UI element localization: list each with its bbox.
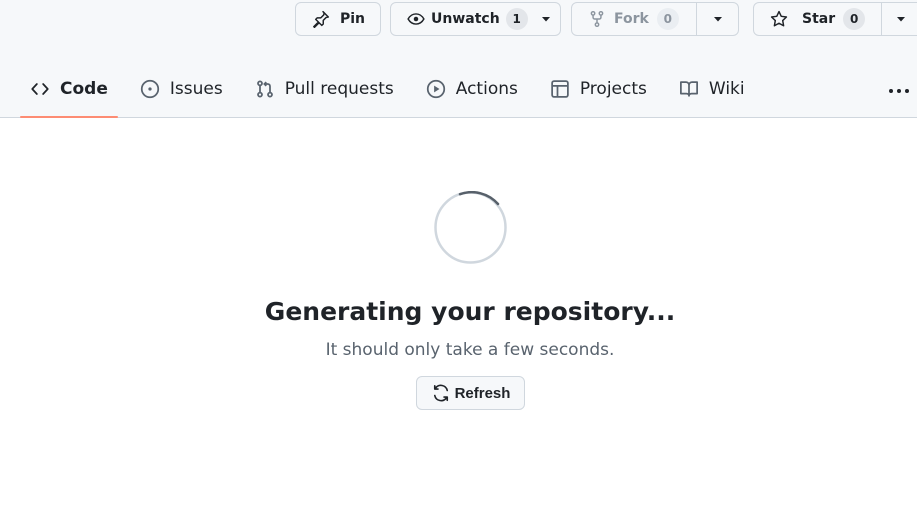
fork-label: Fork: [614, 11, 649, 27]
star-count: 0: [843, 8, 866, 30]
repo-tabs: Code Issues Pull requests Actions Projec…: [20, 72, 767, 118]
git-pull-request-icon: [255, 79, 275, 99]
star-dropdown-button[interactable]: [881, 3, 917, 35]
tab-pull-requests-label: Pull requests: [284, 79, 394, 99]
triangle-down-icon: [712, 13, 724, 25]
watch-count: 1: [505, 8, 528, 30]
repo-forked-icon: [588, 10, 606, 28]
page-subtitle: It should only take a few seconds.: [325, 340, 615, 360]
tab-code[interactable]: Code: [20, 72, 118, 118]
tab-wiki[interactable]: Wiki: [669, 72, 755, 106]
code-icon: [30, 79, 50, 99]
tab-actions-label: Actions: [455, 79, 518, 99]
star-label[interactable]: Star: [802, 11, 835, 27]
fork-dropdown-button[interactable]: [696, 3, 739, 35]
pin-label: Pin: [340, 11, 366, 27]
more-tabs-button[interactable]: [887, 76, 911, 100]
tab-projects[interactable]: Projects: [540, 72, 657, 106]
book-icon: [679, 79, 699, 99]
unwatch-label: Unwatch: [431, 11, 500, 27]
triangle-down-icon[interactable]: [540, 13, 552, 25]
page-title: Generating your repository...: [264, 297, 676, 326]
play-icon: [426, 79, 446, 99]
refresh-button[interactable]: Refresh: [416, 376, 525, 410]
loading-spinner: [434, 190, 507, 264]
refresh-label: Refresh: [454, 384, 511, 402]
tab-issues-label: Issues: [169, 79, 223, 99]
tab-projects-label: Projects: [579, 79, 647, 99]
tab-actions[interactable]: Actions: [416, 72, 528, 106]
tab-issues[interactable]: Issues: [130, 72, 233, 106]
tab-code-label: Code: [60, 79, 108, 99]
fork-button-group: Fork 0: [571, 2, 739, 36]
kebab-horizontal-icon: [888, 79, 910, 98]
triangle-down-icon: [895, 13, 907, 25]
table-icon: [550, 79, 570, 99]
pin-icon: [312, 10, 330, 28]
repo-header: Pin Unwatch 1 Fork 0 Star 0 Code Issues …: [0, 0, 917, 118]
eye-icon: [407, 10, 425, 28]
unwatch-button[interactable]: Unwatch 1: [390, 2, 561, 36]
pin-button[interactable]: Pin: [295, 2, 381, 36]
sync-icon: [431, 383, 451, 403]
star-icon[interactable]: [770, 10, 788, 28]
star-button-group: Star 0: [753, 2, 917, 36]
issue-opened-icon: [140, 79, 160, 99]
fork-count: 0: [656, 8, 679, 30]
tab-wiki-label: Wiki: [708, 79, 745, 99]
tab-pull-requests[interactable]: Pull requests: [245, 72, 404, 106]
